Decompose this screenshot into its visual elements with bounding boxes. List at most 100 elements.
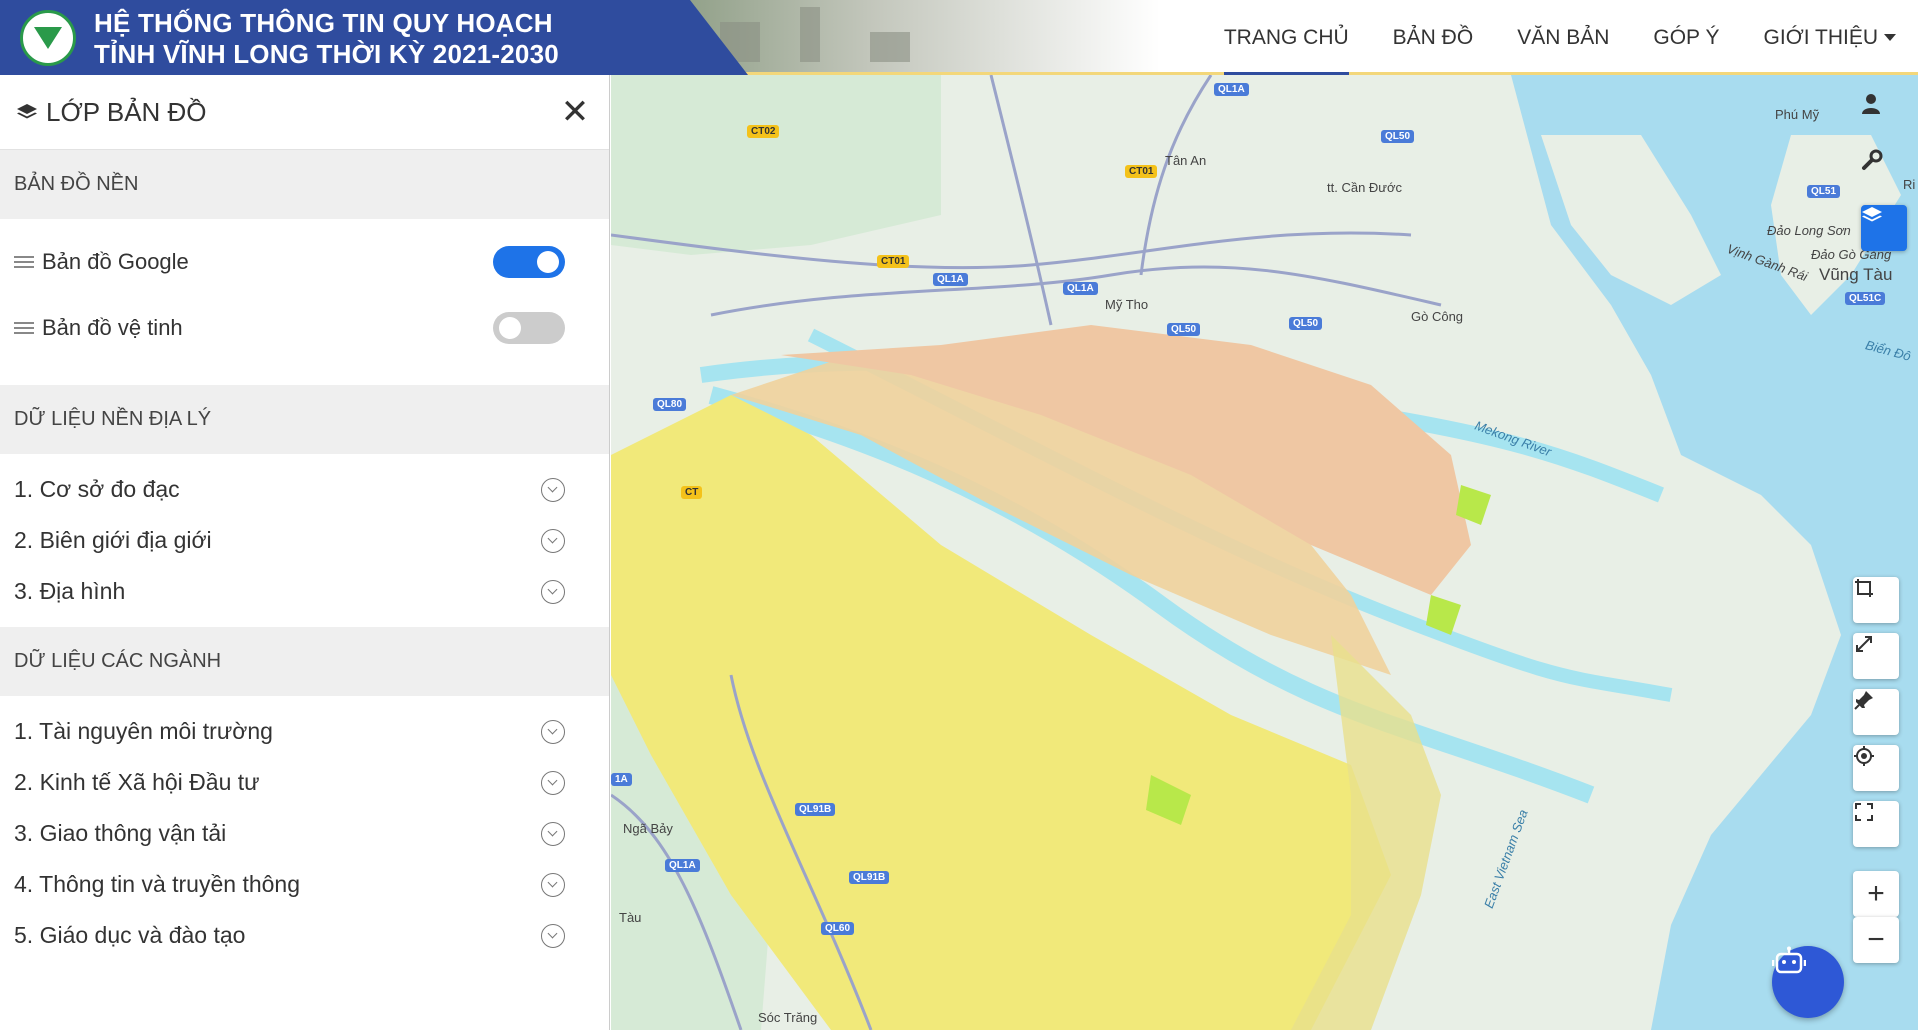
road-shield: QL50 bbox=[1167, 323, 1201, 336]
basemap-satellite-row: Bản đồ vệ tinh bbox=[0, 295, 609, 361]
road-shield: QL50 bbox=[1289, 317, 1323, 330]
layer-panel-title: LỚP BẢN ĐỒ bbox=[46, 96, 207, 127]
minus-icon: − bbox=[1867, 923, 1885, 956]
chevron-down-icon bbox=[541, 872, 565, 897]
sector-item-economy[interactable]: 2. Kinh tế Xã hội Đầu tư bbox=[0, 757, 609, 808]
basemap-satellite-label: Bản đồ vệ tinh bbox=[42, 315, 183, 340]
robot-icon bbox=[1772, 946, 1806, 974]
user-icon bbox=[1862, 94, 1880, 114]
close-icon[interactable]: ✕ bbox=[557, 95, 593, 129]
sector-item-label: 5. Giáo dục và đào tạo bbox=[14, 922, 246, 948]
site-title-line2: TỈNH VĨNH LONG THỜI KỲ 2021-2030 bbox=[94, 39, 559, 69]
map-canvas[interactable]: Tân An tt. Cần Đước Mỹ Tho Gò Công Phú M… bbox=[611, 75, 1918, 1030]
user-button[interactable] bbox=[1861, 93, 1907, 139]
layer-panel-header: LỚP BẢN ĐỒ ✕ bbox=[0, 75, 609, 150]
map-label-vung-tau: Vũng Tàu bbox=[1819, 265, 1893, 284]
sector-item-education[interactable]: 5. Giáo dục và đào tạo bbox=[0, 910, 609, 961]
sector-item-label: 1. Tài nguyên môi trường bbox=[14, 718, 273, 744]
section-sector-header: DỮ LIỆU CÁC NGÀNH bbox=[0, 627, 609, 696]
logo-icon bbox=[20, 10, 76, 66]
sector-item-transport[interactable]: 3. Giao thông vận tải bbox=[0, 808, 609, 859]
chevron-down-icon bbox=[541, 821, 565, 846]
chatbot-button[interactable] bbox=[1772, 946, 1844, 1018]
map-label-go-cong: Gò Công bbox=[1411, 309, 1464, 324]
chevron-down-icon bbox=[541, 719, 565, 744]
header: HỆ THỐNG THÔNG TIN QUY HOẠCH TỈNH VĨNH L… bbox=[0, 0, 1918, 75]
zoom-out-button[interactable]: − bbox=[1853, 917, 1899, 963]
tools-button[interactable] bbox=[1861, 149, 1907, 195]
geo-item-label: 1. Cơ sở đo đạc bbox=[14, 476, 180, 502]
nav-map[interactable]: BẢN ĐỒ bbox=[1393, 0, 1474, 75]
map-label-my-tho: Mỹ Tho bbox=[1105, 297, 1149, 312]
layers-button[interactable] bbox=[1861, 205, 1907, 251]
geo-item-terrain[interactable]: 3. Địa hình bbox=[0, 566, 609, 617]
main-nav: TRANG CHỦ BẢN ĐỒ VĂN BẢN GÓP Ý GIỚI THIỆ… bbox=[1223, 0, 1896, 75]
sector-item-label: 4. Thông tin và truyền thông bbox=[14, 871, 300, 897]
site-title-line1: HỆ THỐNG THÔNG TIN QUY HOẠCH bbox=[94, 8, 553, 38]
map-label-soc-trang: Sóc Trăng bbox=[758, 1010, 818, 1025]
layers-icon bbox=[17, 104, 37, 119]
nav-home-label: TRANG CHỦ bbox=[1223, 25, 1349, 49]
list-icon bbox=[14, 319, 34, 337]
brand-block: HỆ THỐNG THÔNG TIN QUY HOẠCH TỈNH VĨNH L… bbox=[0, 0, 748, 75]
map-graphics bbox=[611, 75, 1918, 1030]
wrench-icon bbox=[1862, 149, 1883, 170]
plus-icon: + bbox=[1867, 877, 1885, 910]
chevron-down-icon bbox=[541, 770, 565, 795]
road-shield: QL50 bbox=[1381, 130, 1415, 143]
layer-panel: LỚP BẢN ĐỒ ✕ BẢN ĐỒ NỀN Bản đồ Google Bả… bbox=[0, 75, 610, 1030]
fullscreen-icon bbox=[1855, 803, 1873, 821]
geo-item-boundary[interactable]: 2. Biên giới địa giới bbox=[0, 515, 609, 566]
road-shield: CT bbox=[681, 486, 703, 499]
road-shield: CT01 bbox=[1125, 165, 1158, 178]
pin-button[interactable] bbox=[1853, 689, 1899, 735]
expand-button[interactable] bbox=[1853, 633, 1899, 679]
map-label-phu-my: Phú Mỹ bbox=[1775, 107, 1820, 122]
zoom-in-button[interactable]: + bbox=[1853, 871, 1899, 917]
section-geo-header: DỮ LIỆU NỀN ĐỊA LÝ bbox=[0, 385, 609, 454]
nav-about-label: GIỚI THIỆU bbox=[1763, 25, 1878, 49]
layers-icon bbox=[1862, 207, 1882, 222]
sector-item-label: 2. Kinh tế Xã hội Đầu tư bbox=[14, 769, 260, 795]
road-shield: QL1A bbox=[933, 273, 968, 286]
fullscreen-button[interactable] bbox=[1853, 801, 1899, 847]
nav-documents-label: VĂN BẢN bbox=[1517, 25, 1610, 49]
road-shield: QL91B bbox=[849, 871, 890, 884]
sector-item-ict[interactable]: 4. Thông tin và truyền thông bbox=[0, 859, 609, 910]
road-shield: QL51C bbox=[1845, 292, 1886, 305]
map-label-tan-an: Tân An bbox=[1165, 153, 1207, 168]
chevron-down-icon bbox=[541, 477, 565, 502]
road-shield: QL91B bbox=[795, 803, 836, 816]
locate-button[interactable] bbox=[1853, 745, 1899, 791]
sector-item-environment[interactable]: 1. Tài nguyên môi trường bbox=[0, 706, 609, 757]
crop-icon bbox=[1855, 579, 1873, 597]
pin-icon bbox=[1854, 691, 1873, 710]
section-basemap-header: BẢN ĐỒ NỀN bbox=[0, 150, 609, 219]
nav-map-label: BẢN ĐỒ bbox=[1392, 25, 1474, 49]
road-shield: QL1A bbox=[665, 859, 700, 872]
locate-icon bbox=[1854, 746, 1874, 766]
basemap-satellite-toggle[interactable] bbox=[493, 312, 565, 344]
map-label-long-son: Đảo Long Sơn bbox=[1767, 223, 1851, 238]
map-label-nga-bay: Ngã Bảy bbox=[623, 821, 673, 836]
road-shield: QL51 bbox=[1807, 185, 1841, 198]
site-title: HỆ THỐNG THÔNG TIN QUY HOẠCH TỈNH VĨNH L… bbox=[94, 8, 559, 70]
basemap-google-toggle[interactable] bbox=[493, 246, 565, 278]
crop-button[interactable] bbox=[1853, 577, 1899, 623]
road-shield: CT02 bbox=[747, 125, 780, 138]
geo-item-label: 2. Biên giới địa giới bbox=[14, 527, 212, 553]
expand-icon bbox=[1856, 636, 1872, 652]
basemap-google-label: Bản đồ Google bbox=[42, 249, 189, 274]
chevron-down-icon bbox=[541, 579, 565, 604]
geo-item-survey[interactable]: 1. Cơ sở đo đạc bbox=[0, 464, 609, 515]
nav-feedback-label: GÓP Ý bbox=[1653, 25, 1720, 49]
road-shield: CT01 bbox=[877, 255, 910, 268]
nav-home[interactable]: TRANG CHỦ bbox=[1223, 0, 1349, 75]
nav-documents[interactable]: VĂN BẢN bbox=[1517, 0, 1609, 75]
chevron-down-icon bbox=[1884, 34, 1896, 41]
geo-item-label: 3. Địa hình bbox=[14, 578, 126, 604]
map-label-can-duoc: tt. Cần Đước bbox=[1327, 180, 1403, 195]
nav-feedback[interactable]: GÓP Ý bbox=[1653, 0, 1719, 75]
basemap-google-row: Bản đồ Google bbox=[0, 229, 609, 295]
nav-about[interactable]: GIỚI THIỆU bbox=[1764, 0, 1896, 75]
